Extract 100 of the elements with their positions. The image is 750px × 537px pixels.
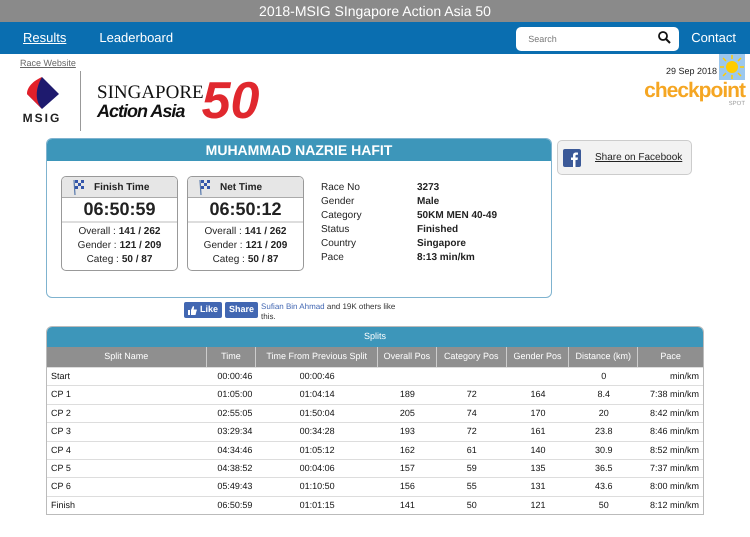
table-cell: 00:04:06 (300, 462, 335, 473)
detail-label: Pace (321, 251, 345, 265)
table-cell: CP 6 (51, 481, 71, 492)
column-header: Pace (659, 350, 682, 364)
table-cell: 61 (466, 444, 477, 454)
rank-value: 50 / 87 (248, 253, 278, 267)
detail-label: Category (321, 209, 363, 223)
table-cell: 8:52 min/km (650, 444, 699, 454)
checkered-flag-icon (72, 178, 86, 196)
race-logo-title: SINGAPORE (97, 82, 204, 102)
rank-value: 141 / 262 (118, 225, 160, 239)
table-cell: 50 (466, 500, 477, 510)
athlete-name: MUHAMMAD NAZRIE HAFIT (206, 140, 392, 160)
table-cell: CP 1 (51, 389, 71, 400)
table-cell: 193 (400, 426, 415, 436)
time-value: 06:50:12 (209, 198, 282, 221)
table-cell: Start (51, 370, 70, 381)
table-cell: 8:42 min/km (650, 408, 699, 418)
sponsor-logo-text: MSIG (22, 110, 62, 127)
nav-link[interactable]: Leaderboard (99, 28, 174, 48)
table-cell: 01:50:04 (300, 408, 335, 418)
rank-label: Gender : (78, 239, 117, 253)
column-header: Split Name (47, 347, 207, 367)
sun-icon (719, 54, 745, 80)
rank-label: Gender : (204, 239, 243, 253)
search-field[interactable]: Search (516, 27, 680, 51)
table-cell: 205 (400, 408, 415, 418)
table-cell: 06:50:59 (217, 500, 252, 510)
share-facebook-button[interactable]: Share on Facebook (557, 140, 692, 175)
table-cell: 135 (530, 462, 546, 473)
table-cell: 161 (530, 426, 546, 436)
nav-link[interactable]: Results (23, 28, 66, 48)
table-cell: 8:00 min/km (650, 481, 699, 492)
table-cell: 7:37 min/km (650, 462, 699, 473)
detail-label: Status (321, 223, 350, 237)
search-icon[interactable] (658, 31, 672, 44)
table-cell: 72 (466, 426, 477, 436)
race-logo-subtitle: Action Asia (97, 102, 186, 120)
rank-value: 141 / 262 (244, 225, 286, 239)
table-cell: 141 (400, 500, 415, 510)
detail-value: Male (417, 195, 440, 209)
time-value: 06:50:59 (83, 198, 156, 221)
table-cell: 00:00:46 (217, 370, 252, 381)
table-cell: 50 (598, 500, 609, 510)
table-cell: 131 (530, 481, 546, 492)
checkered-flag-icon (198, 178, 212, 196)
table-cell: 72 (466, 389, 477, 400)
table-cell: 170 (530, 408, 546, 418)
race-logo-number: 50 (202, 75, 260, 127)
table-cell: 01:04:14 (300, 389, 335, 400)
column-header: Distance (km) (569, 347, 638, 367)
table-cell: 04:34:46 (217, 444, 252, 454)
table-cell: 30.9 (595, 444, 613, 454)
friend-link[interactable]: Sufian Bin Ahmad (261, 302, 325, 311)
table-cell: 189 (400, 389, 415, 400)
detail-label: Country (321, 237, 358, 251)
table-cell: 59 (466, 462, 477, 473)
table-cell: Finish (51, 500, 76, 510)
like-button[interactable]: Like (184, 302, 222, 318)
table-cell: 164 (530, 389, 546, 400)
table-cell: min/km (670, 370, 699, 381)
table-cell: CP 4 (51, 444, 71, 454)
table-cell: 20 (598, 408, 609, 418)
table-cell: 121 (530, 500, 546, 510)
table-cell: 05:49:43 (217, 481, 252, 492)
race-website-link[interactable]: Race Website (20, 57, 260, 69)
table-cell: 74 (466, 408, 477, 418)
detail-value: 8:13 min/km (417, 251, 475, 265)
rank-value: 121 / 209 (246, 239, 288, 253)
table-cell: 43.6 (595, 481, 613, 492)
time-card-title: Finish Time (94, 180, 150, 194)
thumbs-up-icon (188, 306, 197, 314)
rank-label: Overall : (204, 225, 242, 239)
rank-label: Overall : (78, 225, 116, 239)
column-header: Gender Pos (506, 347, 570, 367)
rank-label: Categ : (86, 253, 119, 267)
time-card-title: Net Time (220, 180, 262, 194)
table-cell: 23.8 (595, 426, 613, 436)
table-cell: 8:12 min/km (650, 500, 699, 510)
table-cell: 156 (400, 481, 415, 492)
table-cell: 02:55:05 (217, 408, 252, 418)
detail-label: Race No (321, 181, 361, 195)
window-title: 2018-MSIG SIngapore Action Asia 50 (259, 2, 491, 21)
table-cell: 01:01:15 (300, 500, 335, 510)
rank-label: Categ : (212, 253, 245, 267)
table-cell: CP 3 (51, 426, 71, 436)
detail-value: 50KM MEN 40-49 (417, 209, 498, 223)
table-cell: 8:46 min/km (650, 426, 699, 436)
table-cell: 36.5 (595, 462, 613, 473)
contact-link[interactable]: Contact (691, 28, 736, 48)
race-date: 29 Sep 2018 (666, 64, 717, 78)
table-cell: 01:05:12 (300, 444, 335, 454)
table-cell: CP 5 (51, 462, 71, 473)
table-title: Splits (364, 330, 386, 344)
table-cell: 157 (400, 462, 415, 473)
share-button[interactable]: Share (225, 302, 258, 318)
rank-value: 121 / 209 (120, 239, 162, 253)
table-cell: 162 (400, 444, 415, 454)
table-cell: 0 (601, 370, 606, 381)
facebook-icon (563, 148, 581, 166)
